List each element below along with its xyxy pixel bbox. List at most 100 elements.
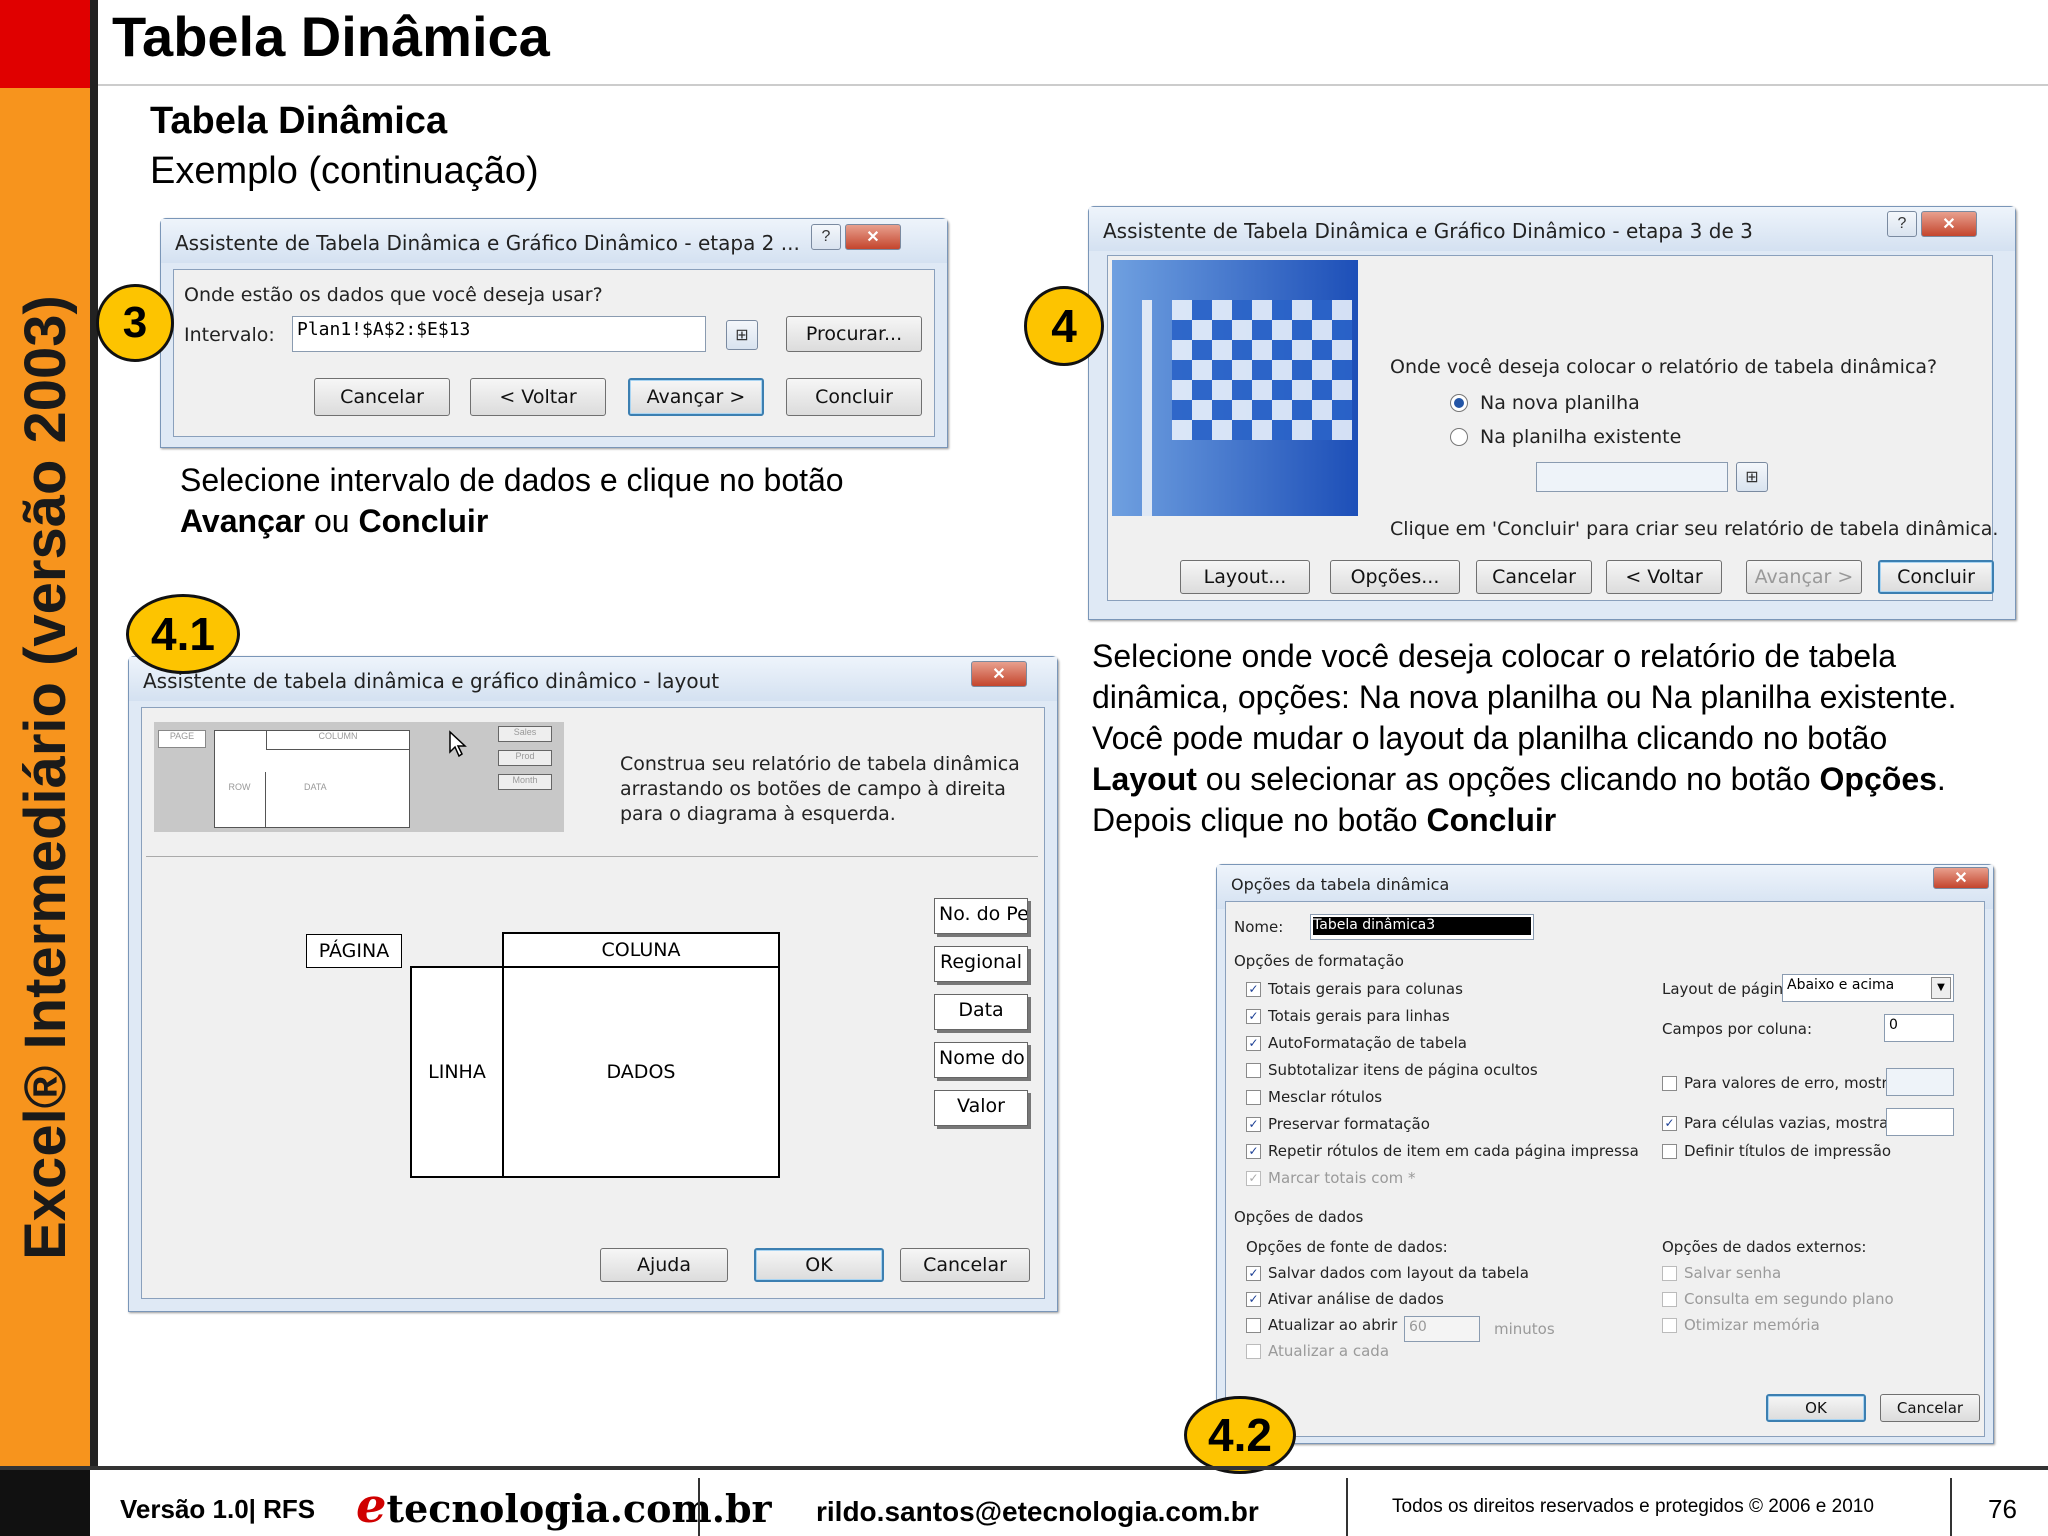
caption-step4-l4end: . xyxy=(1936,761,1946,797)
close-icon[interactable]: ✕ xyxy=(971,661,1027,687)
caption-step4-line4: Layout ou selecionar as opções clicando … xyxy=(1092,759,2042,800)
format-option-label: Subtotalizar itens de página ocultos xyxy=(1268,1061,1538,1079)
cancel-button[interactable]: Cancelar xyxy=(314,378,450,416)
layout-button[interactable]: Layout... xyxy=(1180,560,1310,594)
field-button[interactable]: Valor xyxy=(934,1090,1028,1126)
field-button[interactable]: Regional xyxy=(934,946,1028,982)
caption-step4-l5: Depois clique no botão xyxy=(1092,802,1427,838)
mini-page: PAGE xyxy=(158,730,206,748)
source-option-checkbox[interactable] xyxy=(1246,1266,1261,1281)
source-option-label: Salvar dados com layout da tabela xyxy=(1268,1264,1529,1282)
name-value: Tabela dinâmica3 xyxy=(1313,917,1531,935)
back-button[interactable]: < Voltar xyxy=(470,378,606,416)
mini-diagram: PAGE COLUMN ROW DATA Sales Prod Month xyxy=(154,722,564,832)
cancel-button[interactable]: Cancelar xyxy=(1476,560,1592,594)
format-option-checkbox xyxy=(1246,1171,1261,1186)
chevron-down-icon[interactable]: ▼ xyxy=(1931,977,1951,999)
error-values-input[interactable] xyxy=(1886,1068,1954,1096)
field-button[interactable]: Data xyxy=(934,994,1028,1030)
format-option-checkbox[interactable] xyxy=(1246,1090,1261,1105)
source-option-checkbox[interactable] xyxy=(1246,1292,1261,1307)
format-option-checkbox[interactable] xyxy=(1246,1117,1261,1132)
cancel-button[interactable]: Cancelar xyxy=(1880,1394,1980,1422)
caption-step4-line1: Selecione onde você deseja colocar o rel… xyxy=(1092,638,1897,674)
dialog-layout-body: PAGE COLUMN ROW DATA Sales Prod Month Co… xyxy=(141,707,1045,1299)
page-layout-select[interactable]: Abaixo e acima ▼ xyxy=(1782,974,1954,1002)
cancel-button[interactable]: Cancelar xyxy=(900,1248,1030,1282)
range-collapse-icon[interactable]: ⊞ xyxy=(726,320,758,350)
data-group-label: Opções de dados xyxy=(1234,1208,1364,1226)
finish-button[interactable]: Concluir xyxy=(1878,560,1994,594)
format-option-checkbox[interactable] xyxy=(1246,1009,1261,1024)
format-option-checkbox[interactable] xyxy=(1246,982,1261,997)
format-group-label: Opções de formatação xyxy=(1234,952,1404,970)
existing-range-input[interactable] xyxy=(1536,462,1728,492)
range-input[interactable]: Plan1!$A$2:$E$13 xyxy=(292,316,706,352)
footer-separator xyxy=(1346,1478,1348,1536)
radio-existing-sheet[interactable] xyxy=(1450,428,1468,446)
error-values-checkbox[interactable] xyxy=(1662,1076,1677,1091)
field-button[interactable]: Nome do xyxy=(934,1042,1028,1078)
fields-per-column-stepper[interactable]: 0 xyxy=(1884,1014,1954,1042)
finish-button[interactable]: Concluir xyxy=(786,378,922,416)
column-drop-area[interactable]: COLUNA xyxy=(502,932,780,968)
format-option-label: Repetir rótulos de item em cada página i… xyxy=(1268,1142,1639,1160)
next-button[interactable]: Avançar > xyxy=(628,378,764,416)
print-titles-checkbox[interactable] xyxy=(1662,1144,1677,1159)
radio-new-sheet-label: Na nova planilha xyxy=(1480,392,1640,414)
format-option-checkbox[interactable] xyxy=(1246,1036,1261,1051)
close-icon[interactable]: ✕ xyxy=(1933,867,1989,889)
caption-mid: ou xyxy=(305,503,359,539)
range-label: Intervalo: xyxy=(184,324,275,346)
mini-field-2: Prod xyxy=(498,750,552,766)
help-icon[interactable]: ? xyxy=(811,224,841,250)
help-button[interactable]: Ajuda xyxy=(600,1248,728,1282)
mini-row: ROW xyxy=(214,772,266,828)
options-button[interactable]: Opções... xyxy=(1330,560,1460,594)
close-icon[interactable]: ✕ xyxy=(845,224,901,250)
format-option-checkbox[interactable] xyxy=(1246,1063,1261,1078)
source-option-checkbox[interactable] xyxy=(1246,1318,1261,1333)
refresh-interval-stepper: 60 xyxy=(1404,1316,1480,1342)
name-input[interactable]: Tabela dinâmica3 xyxy=(1310,914,1534,940)
data-drop-area[interactable]: DADOS xyxy=(502,966,780,1178)
empty-cells-label: Para células vazias, mostrar: xyxy=(1684,1114,1900,1132)
format-option-checkbox[interactable] xyxy=(1246,1144,1261,1159)
caption-step3-line1: Selecione intervalo de dados e clique no… xyxy=(180,462,844,498)
empty-cells-checkbox[interactable] xyxy=(1662,1116,1677,1131)
ok-button[interactable]: OK xyxy=(1766,1394,1866,1422)
back-button[interactable]: < Voltar xyxy=(1606,560,1722,594)
badge-4-2: 4.2 xyxy=(1184,1396,1296,1474)
external-option-checkbox xyxy=(1662,1266,1677,1281)
checkered-flag-icon xyxy=(1112,260,1358,516)
caption-bold-finish: Concluir xyxy=(1426,802,1557,838)
close-icon[interactable]: ✕ xyxy=(1921,211,1977,237)
caption-bold-finish: Concluir xyxy=(358,503,489,539)
source-option-checkbox[interactable] xyxy=(1246,1344,1261,1359)
source-options-label: Opções de fonte de dados: xyxy=(1246,1238,1448,1256)
title-divider xyxy=(98,84,2048,86)
caption-step4-l4: ou selecionar as opções clicando no botã… xyxy=(1196,761,1820,797)
radio-new-sheet[interactable] xyxy=(1450,394,1468,412)
format-option-label: Marcar totais com * xyxy=(1268,1169,1416,1187)
caption-step4: Selecione onde você deseja colocar o rel… xyxy=(1092,636,2042,841)
browse-button[interactable]: Procurar... xyxy=(786,316,922,352)
format-option-label: Totais gerais para linhas xyxy=(1268,1007,1450,1025)
footer-email[interactable]: rildo.santos@etecnologia.com.br xyxy=(816,1496,1259,1528)
badge-4-1: 4.1 xyxy=(126,594,240,674)
row-drop-area[interactable]: LINHA xyxy=(410,966,504,1178)
page-number: 76 xyxy=(1988,1494,2017,1524)
question-label: Onde estão os dados que você deseja usar… xyxy=(184,284,603,306)
caption-step4-line2: dinâmica, opções: Na nova planilha ou Na… xyxy=(1092,679,1957,715)
source-option-label: Ativar análise de dados xyxy=(1268,1290,1444,1308)
caption-step3: Selecione intervalo de dados e clique no… xyxy=(180,460,1000,542)
ok-button[interactable]: OK xyxy=(754,1248,884,1282)
help-icon[interactable]: ? xyxy=(1887,211,1917,237)
empty-cells-input[interactable] xyxy=(1886,1108,1954,1136)
dialog-step3: Assistente de Tabela Dinâmica e Gráfico … xyxy=(1088,206,2016,620)
format-option-label: Preservar formatação xyxy=(1268,1115,1430,1133)
caption-bold-layout: Layout xyxy=(1092,761,1197,797)
page-drop-area[interactable]: PÁGINA xyxy=(306,934,402,968)
field-button[interactable]: No. do Pe xyxy=(934,898,1028,934)
range-collapse-icon[interactable]: ⊞ xyxy=(1736,462,1768,492)
